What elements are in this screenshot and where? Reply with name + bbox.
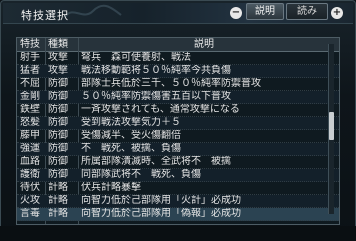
skill-description: ５０％純率防禦傷害五百以下普攻: [81, 91, 231, 102]
list-row[interactable]: 護衛 防御 同部隊武将不 戦死、負傷: [17, 169, 339, 182]
skill-type: 防御: [48, 104, 68, 115]
skill-name: 言毒: [20, 208, 40, 219]
list-row[interactable]: 鉄壁 防御 一斉攻撃されても、通常攻撃になる: [17, 104, 339, 117]
skill-name: 射手: [20, 52, 40, 63]
skill-description: 弩兵 森可使養射、戦法: [81, 52, 191, 63]
window-title: 特技選択: [21, 9, 69, 22]
skill-description: 向智力低於己部隊用「火計」必成功: [81, 195, 241, 206]
list-row[interactable]: 不屈 防御 部隊士兵低於三千、５０％純率防禦普攻: [17, 78, 339, 91]
dialog-footer: [0, 226, 356, 241]
skill-name: 火攻: [20, 195, 40, 206]
skill-description: 受到戦法攻撃気力＋５: [81, 117, 181, 128]
skill-type: 防御: [48, 169, 68, 180]
skill-type: 攻撃: [48, 65, 68, 76]
skill-type: 防御: [48, 117, 68, 128]
skill-name: 血路: [20, 156, 40, 167]
list-row[interactable]: 血路 防御 所属部隊潰滅時、全武将不 被擒: [17, 156, 339, 169]
skill-type: 防御: [48, 130, 68, 141]
list-row[interactable]: 待伏 計略 伏兵計略暴擊: [17, 182, 339, 195]
skill-type: 計略: [48, 182, 68, 193]
skill-description: 伏兵計略暴擊: [81, 182, 141, 193]
skill-description: 戦法移動範将５０％純率今共負傷: [81, 65, 231, 76]
tab-explain[interactable]: 説明: [246, 3, 284, 20]
list-row[interactable]: 藤甲 防御 受傷減半、受火傷翻倍: [17, 130, 339, 143]
skill-type: 防御: [48, 156, 68, 167]
skill-name: 護衛: [20, 169, 40, 180]
column-header-skill: 特技: [20, 39, 40, 50]
skill-description: 受傷減半、受火傷翻倍: [81, 130, 181, 141]
list-row[interactable]: 猛者 攻撃 戦法移動範将５０％純率今共負傷: [17, 65, 339, 78]
skill-list: 特技 種類 説明 射手 攻撃 弩兵 森可使養射、戦法 猛者 攻撃 戦法移動範将５…: [16, 37, 340, 225]
list-row[interactable]: 火攻 計略 向智力低於己部隊用「火計」必成功: [17, 195, 339, 208]
skill-type: 防御: [48, 91, 68, 102]
skill-name: 藤甲: [20, 130, 40, 141]
skill-description: 同部隊武将不 戦死、負傷: [81, 169, 201, 180]
skill-description: 向智力低於己部隊用「偽報」必成功: [81, 208, 241, 219]
skill-name: 不屈: [20, 78, 40, 89]
list-row-selected[interactable]: 言毒 計略 向智力低於己部隊用「偽報」必成功: [17, 208, 339, 221]
skill-name: 鉄壁: [20, 104, 40, 115]
list-header: 特技 種類 説明: [17, 38, 339, 52]
skill-description: 所属部隊潰滅時、全武将不 被擒: [81, 156, 231, 167]
skill-name: 怒髪: [20, 117, 40, 128]
skill-name: 金剛: [20, 91, 40, 102]
list-row[interactable]: 射手 攻撃 弩兵 森可使養射、戦法: [17, 52, 339, 65]
dragon-ornament-icon: [64, 4, 122, 18]
scrollbar-thumb[interactable]: [329, 112, 334, 140]
list-row[interactable]: 怒髪 防御 受到戦法攻撃気力＋５: [17, 117, 339, 130]
scrollbar-track[interactable]: [328, 44, 334, 214]
skill-description: 不 戦死、被擒、負傷: [81, 143, 181, 154]
skill-type: 攻撃: [48, 52, 68, 63]
skill-type: 計略: [48, 208, 68, 219]
skill-name: 猛者: [20, 65, 40, 76]
plus-button[interactable]: +: [331, 7, 343, 19]
list-row[interactable]: 金剛 防御 ５０％純率防禦傷害五百以下普攻: [17, 91, 339, 104]
skill-description: 一斉攻撃されても、通常攻撃になる: [81, 104, 240, 115]
minus-button[interactable]: −: [230, 7, 242, 19]
tab-read[interactable]: 読み: [286, 3, 328, 20]
column-header-description: 説明: [194, 39, 214, 50]
skill-type: 防御: [48, 143, 68, 154]
list-row[interactable]: 強運 防御 不 戦死、被擒、負傷: [17, 143, 339, 156]
skill-description: 部隊士兵低於三千、５０％純率防禦普攻: [81, 78, 261, 89]
skill-name: 強運: [20, 143, 40, 154]
skill-type: 防御: [48, 78, 68, 89]
skill-name: 待伏: [20, 182, 40, 193]
skill-type: 計略: [48, 195, 68, 206]
column-header-type: 種類: [48, 39, 68, 50]
